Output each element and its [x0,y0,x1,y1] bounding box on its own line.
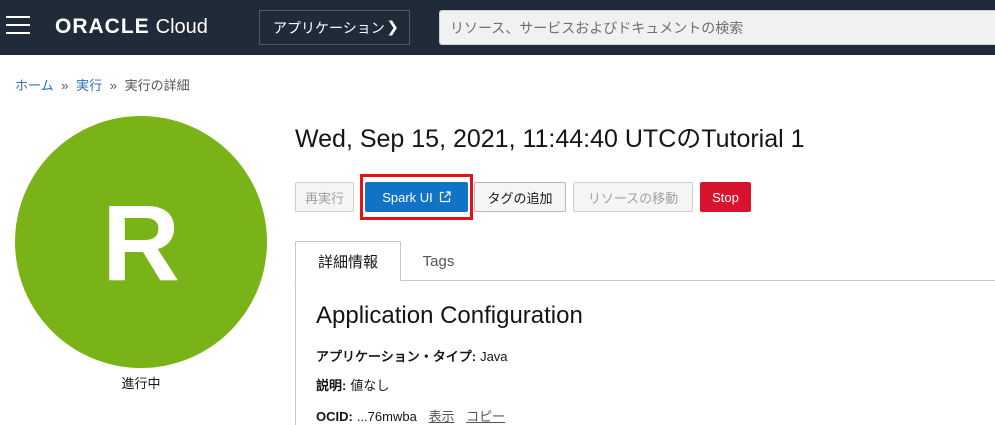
external-link-icon [439,191,451,203]
breadcrumb-separator: » [109,78,117,93]
ocid-value: ...76mwba [356,409,417,424]
ocid-label: OCID: [316,409,353,424]
chevron-right-icon: ❯ [386,19,399,36]
run-status-label: 進行中 [121,376,161,391]
breadcrumb-runs-link[interactable]: 実行 [76,78,102,93]
stop-button[interactable]: Stop [700,182,751,212]
tab-details[interactable]: 詳細情報 [295,241,401,281]
search-input[interactable] [439,10,995,45]
top-navigation-bar: ORACLE Cloud アプリケーション ❯ [0,0,995,55]
oracle-cloud-logo[interactable]: ORACLE Cloud [55,13,208,41]
logo-cloud-text: Cloud [155,15,208,38]
spark-ui-button-label: Spark UI [382,189,433,205]
rerun-button[interactable]: 再実行 [295,182,354,212]
app-type-label: アプリケーション・タイプ: [316,349,477,364]
app-type-value: Java [480,349,508,364]
logo-oracle-text: ORACLE [55,15,150,38]
description-label: 説明: [316,378,347,393]
breadcrumb-separator: » [61,78,69,93]
description-row: 説明: 値なし [316,375,389,394]
ocid-copy-link[interactable]: コピー [466,409,505,424]
app-type-row: アプリケーション・タイプ: Java [316,346,508,365]
page-title: Wed, Sep 15, 2021, 11:44:40 UTCのTutorial… [295,125,805,153]
applications-button-label: アプリケーション [273,19,385,36]
add-tags-button[interactable]: タグの追加 [474,182,566,212]
tab-tags[interactable]: Tags [401,241,476,281]
spark-ui-button[interactable]: Spark UI [365,182,468,212]
breadcrumb-home-link[interactable]: ホーム [15,78,54,93]
menu-icon[interactable] [6,16,30,36]
ocid-row: OCID: ...76mwba 表示 コピー [316,406,505,425]
move-resource-button[interactable]: リソースの移動 [573,182,693,212]
applications-button[interactable]: アプリケーション ❯ [259,10,410,45]
breadcrumb-current: 実行の詳細 [124,78,190,93]
breadcrumb: ホーム » 実行 » 実行の詳細 [15,75,190,94]
ocid-show-link[interactable]: 表示 [428,409,454,424]
panel-border [295,280,296,425]
description-value: 値なし [350,378,390,393]
section-title: Application Configuration [316,302,583,329]
run-status-avatar: R [15,116,267,368]
avatar-letter: R [102,181,180,303]
